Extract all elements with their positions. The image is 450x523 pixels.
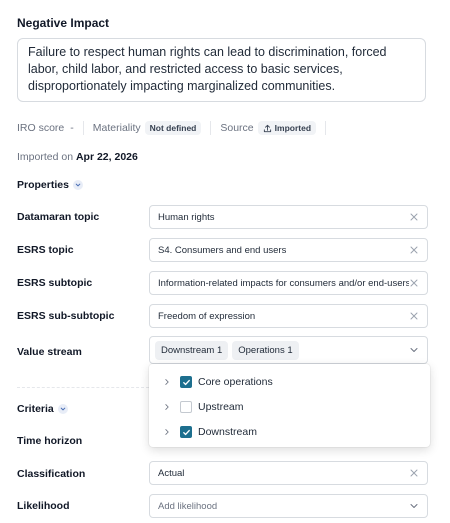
criteria-toggle[interactable]: Criteria [17,403,68,415]
section-divider [17,387,149,388]
clear-icon[interactable] [409,468,419,478]
field-value: S4. Consumers and end users [158,244,287,256]
option-label: Downstream [198,426,257,438]
value-stream-label: Value stream [17,346,82,358]
dropdown-option-upstream[interactable]: Upstream [163,399,244,415]
checkbox-unchecked[interactable] [180,401,192,413]
chevron-down-icon[interactable] [409,501,419,511]
likelihood-label: Likelihood [17,500,70,512]
upload-icon [263,124,271,132]
properties-toggle[interactable]: Properties [17,179,83,191]
page-title: Negative Impact [17,16,110,30]
imported-prefix: Imported on [17,151,74,163]
option-label: Core operations [198,376,273,388]
divider [82,121,84,135]
esrs-sub-subtopic-field[interactable]: Freedom of expression [149,304,428,328]
esrs-topic-label: ESRS topic [17,244,74,256]
chevron-right-icon[interactable] [163,428,171,436]
time-horizon-label: Time horizon [17,435,83,447]
chevron-down-icon [72,180,83,190]
field-value: Freedom of expression [158,310,256,322]
iro-score-label: IRO score [17,122,65,134]
clear-icon[interactable] [409,311,419,321]
esrs-subtopic-field[interactable]: Information-related impacts for consumer… [149,271,428,295]
field-value: Human rights [158,211,215,223]
classification-label: Classification [17,468,86,480]
divider [325,121,327,135]
imported-date: Apr 22, 2026 [75,151,138,163]
chevron-right-icon[interactable] [163,403,171,411]
chevron-down-icon [57,404,68,414]
value-stream-select[interactable]: Downstream 1 Operations 1 [149,336,428,364]
dropdown-option-core-operations[interactable]: Core operations [163,374,273,390]
likelihood-placeholder: Add likelihood [158,500,218,512]
criteria-label: Criteria [17,403,54,415]
option-label: Upstream [198,401,244,413]
checkbox-checked[interactable] [180,376,192,388]
description-text[interactable]: Failure to respect human rights can lead… [17,38,426,102]
classification-field[interactable]: Actual [149,461,428,485]
iro-score-value: - [70,122,74,134]
clear-icon[interactable] [409,278,419,288]
properties-label: Properties [17,179,69,191]
datamaran-topic-field[interactable]: Human rights [149,205,428,229]
dropdown-option-downstream[interactable]: Downstream [163,424,257,440]
value-stream-dropdown: Core operations Upstream Downstream [149,364,430,447]
checkbox-checked[interactable] [180,426,192,438]
materiality-label: Materiality [92,122,141,134]
esrs-subtopic-label: ESRS subtopic [17,277,93,289]
imported-on: Imported on Apr 22, 2026 [17,151,138,163]
value-stream-tag[interactable]: Operations 1 [232,340,299,360]
esrs-topic-field[interactable]: S4. Consumers and end users [149,238,428,262]
chevron-down-icon[interactable] [409,345,419,355]
field-value: Actual [158,467,185,479]
source-label: Source [220,122,254,134]
source-badge-label: Imported [274,123,312,133]
materiality-badge: Not defined [144,121,202,135]
likelihood-select[interactable]: Add likelihood [149,494,428,518]
value-stream-tag[interactable]: Downstream 1 [155,340,229,360]
meta-row: IRO score - Materiality Not defined Sour… [17,119,335,137]
clear-icon[interactable] [409,212,419,222]
field-value: Information-related impacts for consumer… [158,277,409,289]
esrs-sub-subtopic-label: ESRS sub-subtopic [17,310,115,322]
source-badge: Imported [257,121,317,135]
clear-icon[interactable] [409,245,419,255]
chevron-right-icon[interactable] [163,378,171,386]
divider [210,121,212,135]
datamaran-topic-label: Datamaran topic [17,211,100,223]
